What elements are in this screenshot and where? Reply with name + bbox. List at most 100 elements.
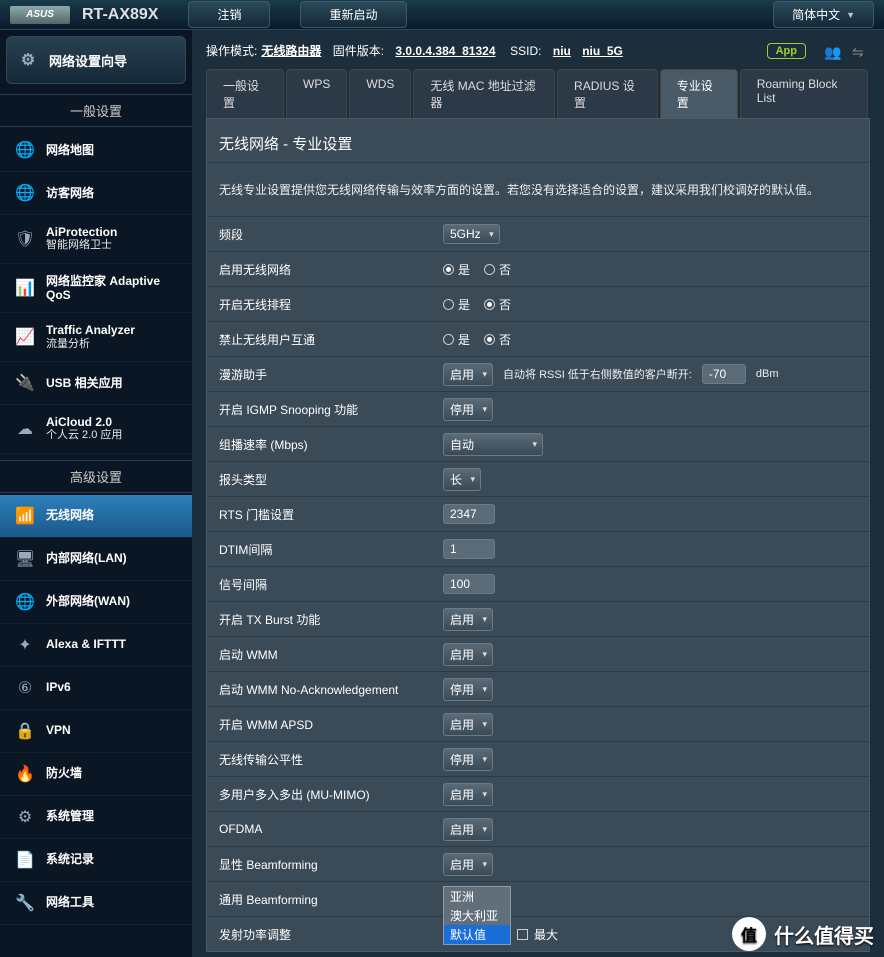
sidebar-item-vpn[interactable]: 🔒 VPN <box>0 710 192 753</box>
radio-no[interactable] <box>484 334 495 345</box>
radio-yes[interactable] <box>443 299 454 310</box>
sidebar-item-firewall[interactable]: 🔥 防火墙 <box>0 753 192 796</box>
multicast-select[interactable]: 自动 <box>443 433 543 456</box>
brand-logo: ASUS <box>10 6 70 24</box>
mumimo-select[interactable]: 启用 <box>443 783 493 806</box>
gear-icon: ⚙ <box>14 806 36 828</box>
ipv6-icon: ⑥ <box>14 677 36 699</box>
watermark-badge-icon: 值 <box>732 917 766 951</box>
radio-no[interactable] <box>484 264 495 275</box>
top-header: ASUS RT-AX89X 注销 重新启动 简体中文 ▼ <box>0 0 884 30</box>
sidebar-item-syslog[interactable]: 📄 系统记录 <box>0 839 192 882</box>
watermark: 值 什么值得买 <box>732 917 874 951</box>
sidebar-item-label: 访客网络 <box>46 186 182 200</box>
usb-status-icon[interactable]: ⇋ <box>852 44 870 58</box>
txpower-region-dropdown[interactable]: 亚洲 澳大利亚 默认值 <box>443 886 511 945</box>
row-label: 信号间隔 <box>207 576 439 593</box>
app-badge[interactable]: App <box>767 43 806 59</box>
sidebar-item-label: AiCloud 2.0 个人云 2.0 应用 <box>46 415 182 443</box>
band-select[interactable]: 5GHz <box>443 224 500 244</box>
txpower-max-checkbox[interactable] <box>517 929 528 940</box>
enable-radio-group[interactable]: 是 否 <box>443 261 511 278</box>
sidebar-item-label: VPN <box>46 723 182 737</box>
txburst-select[interactable]: 启用 <box>443 608 493 631</box>
logout-button[interactable]: 注销 <box>188 1 270 28</box>
radio-yes[interactable] <box>443 334 454 345</box>
sidebar-item-tools[interactable]: 🔧 网络工具 <box>0 882 192 925</box>
scheduler-radio-group[interactable]: 是 否 <box>443 296 511 313</box>
roaming-rssi-input[interactable]: -70 <box>702 364 746 384</box>
sidebar-item-label: 网络监控家 Adaptive QoS <box>46 274 182 303</box>
sidebar-item-network-map[interactable]: 🌐 网络地图 <box>0 129 192 172</box>
sidebar-item-aiprotection[interactable]: 🛡 AiProtection 智能网络卫士 <box>0 215 192 264</box>
row-label: 开启无线排程 <box>207 296 439 313</box>
row-label: RTS 门槛设置 <box>207 506 439 523</box>
firmware-value[interactable]: 3.0.0.4.384_81324 <box>395 44 495 58</box>
sidebar-item-label: 内部网络(LAN) <box>46 551 182 565</box>
network-setup-wizard[interactable]: ⚙ 网络设置向导 <box>6 36 186 84</box>
wifi-icon: 📶 <box>14 505 36 527</box>
sidebar-item-aicloud[interactable]: ☁ AiCloud 2.0 个人云 2.0 应用 <box>0 405 192 454</box>
reboot-button[interactable]: 重新启动 <box>300 1 406 28</box>
status-bar: 操作模式: 无线路由器 固件版本: 3.0.0.4.384_81324 SSID… <box>206 40 870 69</box>
sidebar-item-label: 网络工具 <box>46 895 182 909</box>
sidebar-item-admin[interactable]: ⚙ 系统管理 <box>0 796 192 839</box>
users-icon[interactable]: 👥 <box>824 44 842 58</box>
dropdown-option[interactable]: 亚洲 <box>444 887 510 906</box>
row-label: 开启 WMM APSD <box>207 716 439 733</box>
wmm-apsd-select[interactable]: 启用 <box>443 713 493 736</box>
tab-mac-filter[interactable]: 无线 MAC 地址过滤器 <box>413 69 555 118</box>
radio-yes[interactable] <box>443 264 454 275</box>
tab-wds[interactable]: WDS <box>349 69 411 118</box>
dropdown-option-highlighted[interactable]: 默认值 <box>444 925 510 944</box>
row-label: 发射功率调整 <box>207 926 439 943</box>
gear-icon: ⚙ <box>17 49 39 71</box>
dtim-input[interactable]: 1 <box>443 539 495 559</box>
txpower-max-label: 最大 <box>534 926 558 943</box>
sidebar-item-wan[interactable]: 🌐 外部网络(WAN) <box>0 581 192 624</box>
isolate-radio-group[interactable]: 是 否 <box>443 331 511 348</box>
globe-icon: 🌐 <box>14 139 36 161</box>
fire-icon: 🔥 <box>14 763 36 785</box>
radio-no[interactable] <box>484 299 495 310</box>
sidebar-item-ipv6[interactable]: ⑥ IPv6 <box>0 667 192 710</box>
ofdma-select[interactable]: 启用 <box>443 818 493 841</box>
router-model: RT-AX89X <box>82 6 158 24</box>
roaming-select[interactable]: 启用 <box>443 363 493 386</box>
sidebar-general-title: 一般设置 <box>0 94 192 127</box>
tab-professional[interactable]: 专业设置 <box>660 69 738 118</box>
row-label: 启动 WMM <box>207 646 439 663</box>
sidebar-item-label: Alexa & IFTTT <box>46 637 182 651</box>
wmm-select[interactable]: 启用 <box>443 643 493 666</box>
language-select[interactable]: 简体中文 ▼ <box>773 1 874 28</box>
explicit-bf-select[interactable]: 启用 <box>443 853 493 876</box>
sidebar-item-usb[interactable]: 🔌 USB 相关应用 <box>0 362 192 405</box>
wmm-noack-select[interactable]: 停用 <box>443 678 493 701</box>
sidebar-item-label: IPv6 <box>46 680 182 694</box>
airtime-select[interactable]: 停用 <box>443 748 493 771</box>
rts-input[interactable]: 2347 <box>443 504 495 524</box>
sidebar-item-lan[interactable]: 🖥 内部网络(LAN) <box>0 538 192 581</box>
tab-radius[interactable]: RADIUS 设置 <box>557 69 658 118</box>
sidebar-item-traffic-analyzer[interactable]: 📈 Traffic Analyzer 流量分析 <box>0 313 192 362</box>
sidebar-item-label: AiProtection 智能网络卫士 <box>46 225 182 253</box>
panel-desc: 无线专业设置提供您无线网络传输与效率方面的设置。若您没有选择适合的设置，建议采用… <box>207 162 869 216</box>
dropdown-option[interactable]: 澳大利亚 <box>444 906 510 925</box>
tab-roaming-block[interactable]: Roaming Block List <box>740 69 868 118</box>
sidebar-item-alexa[interactable]: ✦ Alexa & IFTTT <box>0 624 192 667</box>
ssid-24: niu <box>553 44 571 58</box>
tab-general[interactable]: 一般设置 <box>206 69 284 118</box>
sidebar-item-guest-network[interactable]: 🌐 访客网络 <box>0 172 192 215</box>
row-label: 禁止无线用户互通 <box>207 331 439 348</box>
igmp-select[interactable]: 停用 <box>443 398 493 421</box>
panel-title: 无线网络 - 专业设置 <box>207 119 869 162</box>
preamble-select[interactable]: 长 <box>443 468 481 491</box>
opmode-value[interactable]: 无线路由器 <box>261 42 321 59</box>
shield-icon: 🛡 <box>14 228 36 250</box>
firmware-label: 固件版本: <box>333 42 384 59</box>
beacon-input[interactable]: 100 <box>443 574 495 594</box>
sidebar-item-qos[interactable]: 📊 网络监控家 Adaptive QoS <box>0 264 192 314</box>
sidebar-item-wireless[interactable]: 📶 无线网络 <box>0 495 192 538</box>
tab-wps[interactable]: WPS <box>286 69 347 118</box>
row-label: 启动 WMM No-Acknowledgement <box>207 681 439 698</box>
